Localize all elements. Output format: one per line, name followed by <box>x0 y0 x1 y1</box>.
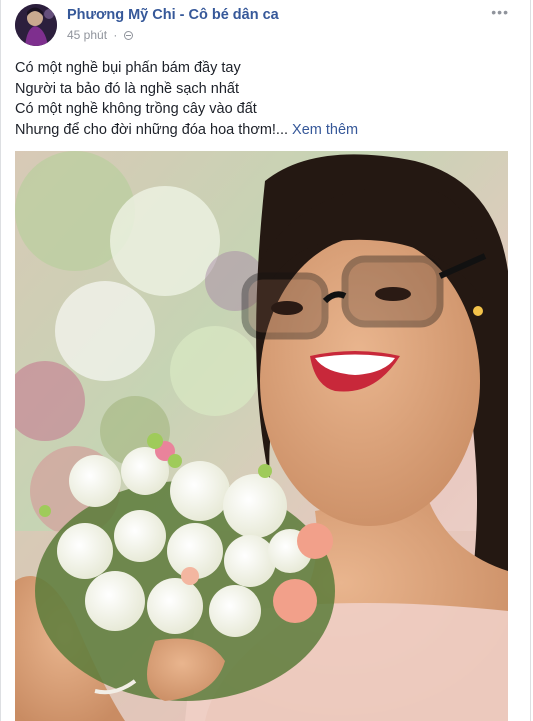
post-time[interactable]: 45 phút <box>67 28 107 42</box>
globe-icon[interactable] <box>123 31 133 40</box>
author-avatar[interactable] <box>15 4 57 46</box>
post-line-2: Người ta bảo đó là nghề sạch nhất <box>15 80 239 97</box>
post-meta: 45 phút · <box>67 28 133 42</box>
post-photo[interactable] <box>15 151 508 721</box>
post-text: Có một nghề bụi phấn bám đầy tay Người t… <box>15 58 515 140</box>
photo-illustration <box>15 151 508 721</box>
ellipsis-icon[interactable]: ••• <box>491 4 509 20</box>
post-line-3: Có một nghề không trồng cây vào đất <box>15 101 257 117</box>
post-line-1: Có một nghề bụi phấn bám đầy tay <box>15 60 241 76</box>
avatar-image <box>15 4 57 46</box>
author-name[interactable]: Phương Mỹ Chi - Cô bé dân ca <box>67 7 279 23</box>
meta-separator: · <box>113 28 118 42</box>
post-line-4-text: Nhưng để cho đời những đóa hoa thơm!... <box>15 121 289 138</box>
post-header: Phương Mỹ Chi - Cô bé dân ca 45 phút · •… <box>15 4 515 48</box>
see-more-link[interactable]: Xem thêm <box>292 122 358 138</box>
post-card: Phương Mỹ Chi - Cô bé dân ca 45 phút · •… <box>0 0 531 721</box>
post-line-4: Nhưng để cho đời những đóa hoa thơm!... … <box>15 120 515 141</box>
